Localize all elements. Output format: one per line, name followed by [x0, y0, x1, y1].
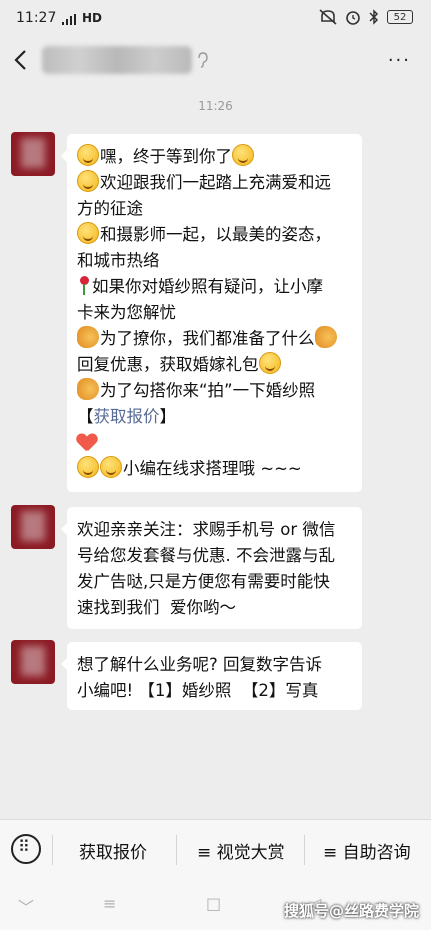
chat-header: ··· — [0, 40, 431, 80]
signal-icon — [62, 14, 76, 25]
message-line: 【获取报价】 — [77, 407, 176, 426]
message-line: 小编吧! 【1】婚纱照 【2】写真 — [77, 681, 319, 700]
message-line: 速找到我们 爱你哟～ — [77, 598, 236, 617]
bluetooth-icon — [369, 9, 379, 25]
more-options-icon[interactable]: ··· — [388, 50, 411, 71]
status-icons: 52 — [319, 9, 413, 25]
status-bar: 11:27 HD 52 — [0, 0, 431, 40]
message-line — [77, 430, 352, 456]
message-line: 方的征途 — [77, 199, 143, 218]
menu-get-quote[interactable]: 获取报价 — [79, 838, 147, 863]
message-line: 小编在线求搭理哦 ~~~ — [77, 456, 352, 482]
message-bubble: 想了解什么业务呢? 回复数字告诉 小编吧! 【1】婚纱照 【2】写真 — [61, 642, 362, 710]
sender-avatar[interactable] — [11, 505, 55, 549]
menu-self-service[interactable]: ≡ 自助咨询 — [323, 838, 411, 863]
message-line: 发广告哒,只是方便您有需要时能快 — [77, 572, 330, 591]
message-line: 嘿，终于等到你了 — [77, 144, 352, 170]
message-line: 为了勾搭你来“拍”一下婚纱照 — [77, 378, 352, 404]
message-bubble: 欢迎亲亲关注：求赐手机号 or 微信 号给您发套餐与优惠. 不会泄露与乱 发广告… — [61, 507, 362, 629]
menu-divider — [52, 835, 53, 865]
message-line: 为了撩你，我们都准备了什么 — [77, 326, 352, 352]
snail-emoji-icon — [77, 326, 99, 348]
keyboard-toggle-icon[interactable] — [11, 834, 41, 864]
message-line: 想了解什么业务呢? 回复数字告诉 — [77, 655, 323, 674]
status-time: 11:27 — [16, 10, 57, 26]
contact-name-blurred — [42, 46, 192, 74]
smile-emoji-icon — [77, 144, 99, 166]
grin-emoji-icon — [100, 456, 122, 478]
nav-home-icon[interactable]: □ — [206, 894, 221, 913]
rose-emoji-icon — [77, 274, 91, 296]
grin-emoji-icon — [232, 144, 254, 166]
message-timestamp: 11:26 — [198, 99, 233, 113]
alarm-icon — [346, 11, 360, 25]
message-bubble: 嘿，终于等到你了 欢迎跟我们一起踏上充满爱和远 方的征途 和摄影师一起，以最美的… — [61, 134, 362, 492]
blush-emoji-icon — [77, 170, 99, 192]
sender-avatar[interactable] — [11, 640, 55, 684]
message-line: 欢迎跟我们一起踏上充满爱和远 — [77, 170, 352, 196]
wink-emoji-icon — [77, 222, 99, 244]
message-line: 和城市热络 — [77, 251, 160, 270]
ear-icon — [198, 52, 208, 68]
message-line: 卡来为您解忧 — [77, 303, 176, 322]
message-line: 如果你对婚纱照有疑问，让小摩 — [77, 274, 352, 300]
network-label: HD — [82, 11, 103, 25]
grin-emoji-icon — [77, 456, 99, 478]
mute-icon — [319, 9, 337, 25]
menu-visual-showcase[interactable]: ≡ 视觉大赏 — [197, 838, 285, 863]
battery-level: 52 — [393, 11, 407, 23]
heart-emoji-icon — [77, 434, 97, 452]
sender-avatar[interactable] — [11, 132, 55, 176]
message-line: 号给您发套餐与优惠. 不会泄露与乱 — [77, 546, 335, 565]
snail-emoji-icon — [314, 326, 337, 348]
message-line: 回复优惠，获取婚嫁礼包 — [77, 352, 352, 378]
menu-divider — [176, 835, 177, 865]
watermark: 搜狐号@丝路费学院 — [283, 902, 419, 920]
message-line: 欢迎亲亲关注：求赐手机号 or 微信 — [77, 520, 336, 539]
blush-emoji-icon — [258, 352, 281, 374]
menu-divider — [304, 835, 305, 865]
official-account-menu: 获取报价 ≡ 视觉大赏 ≡ 自助咨询 — [0, 819, 431, 880]
battery-icon: 52 — [387, 10, 413, 24]
snail-emoji-icon — [77, 378, 99, 400]
nav-menu-icon[interactable]: ≡ — [103, 894, 116, 913]
message-line: 和摄影师一起，以最美的姿态， — [77, 222, 352, 248]
nav-back-icon[interactable]: ﹀ — [18, 894, 34, 918]
get-quote-link[interactable]: 获取报价 — [94, 407, 160, 426]
back-arrow-icon[interactable] — [12, 48, 32, 72]
